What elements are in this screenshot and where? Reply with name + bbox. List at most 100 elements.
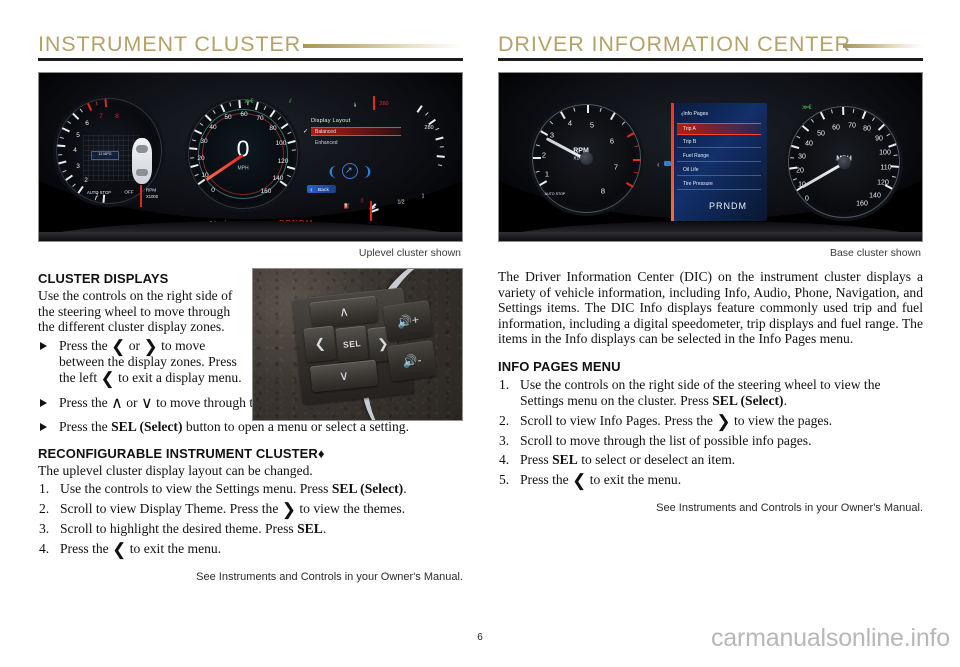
reconfigurable-heading: RECONFIGURABLE INSTRUMENT CLUSTER♦	[38, 446, 463, 461]
page-title-left: INSTRUMENT CLUSTER	[38, 32, 302, 56]
reconfigurable-steps: Use the controls to view the Settings me…	[38, 481, 463, 559]
off-label: OFF	[124, 189, 134, 195]
speed-unit-label: MPH	[237, 165, 249, 172]
triangle-bullet-icon	[40, 341, 47, 350]
left-chevron-icon: ❮	[100, 369, 115, 389]
high-beam-icon: ≫€	[802, 105, 812, 111]
speedo-tick-80: 80	[269, 124, 277, 132]
tach-tick-8: 8	[115, 112, 119, 120]
down-chevron-icon: ∨	[338, 367, 350, 384]
header-decorative-rule-left	[303, 44, 463, 48]
speedo-tick-60: 60	[240, 110, 248, 118]
fuel-full-label: 1	[421, 193, 425, 200]
uplevel-cluster-caption: Uplevel cluster shown	[358, 247, 461, 259]
info-page-oil-life[interactable]: Oil Life	[677, 165, 761, 176]
checkmark-icon: ✓	[303, 129, 309, 135]
fuel-empty-label: 0	[360, 198, 364, 205]
reconfigurable-heading-text: RECONFIGURABLE INSTRUMENT CLUSTER	[38, 445, 318, 461]
base-tach-6: 6	[609, 136, 615, 146]
info-page-trip-b[interactable]: Trip B	[677, 137, 761, 148]
uplevel-cluster-photo: 2 3 4 5 6 7 8 1 12 MPG AUTO STOP	[38, 72, 463, 242]
info-pages-title: ‹Info Pages	[681, 110, 709, 118]
select-button-label: SEL	[342, 338, 362, 350]
coolant-icon: 🌡	[352, 102, 358, 107]
left-footer-note: See Instruments and Controls in your Own…	[196, 570, 463, 583]
left-chevron-icon: ❮	[572, 470, 587, 490]
tach-tick-5: 5	[76, 131, 80, 139]
manual-page: INSTRUMENT CLUSTER 3 4 5 6 7 8 1 12 MPG …	[0, 0, 960, 667]
lane-keep-icon: ⫽	[289, 99, 292, 105]
speedo-tick-140: 140	[272, 174, 284, 182]
volume-up-button[interactable]: 🔊+	[382, 299, 434, 343]
header-decorative-rule-right	[843, 44, 923, 48]
base-speedo-80: 80	[863, 125, 871, 133]
base-speedo-160: 160	[856, 200, 868, 208]
base-tach-7: 7	[613, 162, 619, 172]
bullet-item-select: Press the SEL (Select) button to open a …	[38, 419, 463, 435]
speedo-tick-50: 50	[224, 113, 232, 121]
bullet-item-zones: Press the ❮ or ❯ to move between the dis…	[38, 338, 243, 387]
base-speedo-140: 140	[869, 192, 881, 200]
auto-stop-label: AUTO STOP	[86, 189, 112, 195]
base-speedometer: 0 10 20 30 40 50 60 70 80 90 100 110 120…	[785, 103, 903, 221]
speedo-tick-160: 160	[260, 187, 272, 195]
header-underline-right	[498, 58, 923, 61]
driver-information-center-header: DRIVER INFORMATION CENTER	[498, 28, 923, 68]
left-chevron-icon: ‹	[681, 111, 684, 118]
base-tachometer: 1 2 3 4 5 6 7 8 RPM x1000 AUTO STOP	[529, 101, 644, 216]
base-cluster-caption: Base cluster shown	[829, 247, 921, 259]
base-speedo-90: 90	[875, 135, 883, 143]
speedo-tick-40: 40	[209, 123, 217, 131]
dic-indicator-icon	[664, 161, 671, 166]
volume-down-icon: 🔊-	[401, 352, 423, 370]
header-underline-left	[38, 58, 463, 61]
tach-tick-6: 6	[85, 119, 89, 127]
step-highlight-theme: Scroll to highlight the desired theme. P…	[39, 520, 327, 537]
step-scroll-pages: Scroll to move through the list of possi…	[499, 432, 812, 449]
tach-tick-7: 7	[99, 112, 103, 120]
reconfigurable-intro: The uplevel cluster display layout can b…	[38, 462, 313, 478]
uplevel-speedometer: 0 10 20 30 40 50 60 70 80 100 120 140 16…	[185, 96, 301, 212]
rpm-multiplier: X1000	[145, 193, 159, 199]
up-chevron-icon: ∧	[111, 395, 123, 413]
instrument-cluster-header: INSTRUMENT CLUSTER	[38, 28, 463, 68]
down-chevron-icon: ∨	[140, 395, 153, 413]
right-chevron-icon: ❯	[281, 500, 296, 520]
base-speedo-110: 110	[880, 164, 892, 172]
right-chevron-icon: ❯	[716, 411, 731, 431]
select-button[interactable]: SEL	[335, 325, 369, 363]
base-tach-5: 5	[589, 120, 595, 130]
info-page-fuel-range[interactable]: Fuel Range	[677, 151, 761, 162]
info-pages-steps: Use the controls on the right side of th…	[498, 377, 923, 490]
diamond-marker-icon: ♦	[317, 445, 325, 461]
base-speedo-20: 20	[796, 167, 804, 175]
dic-left-arrow-icon: ‹	[657, 160, 660, 169]
info-pages-title-text: Info Pages	[683, 111, 709, 117]
left-chevron-icon: ❮	[313, 335, 327, 352]
right-gauge-280: 280	[424, 125, 434, 132]
speedo-tick-120: 120	[277, 157, 289, 165]
base-tach-3: 3	[549, 130, 555, 140]
gear-indicator-base: PRNDM	[709, 201, 747, 211]
info-pages-menu-heading: INFO PAGES MENU	[498, 358, 621, 374]
steering-wheel-controls-photo: ∧ ❮ SEL ❯ ∨ 🔊+ 🔊-	[252, 268, 463, 421]
up-chevron-icon: ∧	[338, 303, 350, 320]
base-speedo-70: 70	[848, 122, 856, 130]
step-exit-menu: Press the ❮ to exit the menu.	[39, 539, 222, 559]
step-select-item: Press SEL to select or deselect an item.	[499, 452, 736, 468]
info-page-trip-a[interactable]: Trip A	[677, 123, 761, 135]
step-view-info-pages: Scroll to view Info Pages. Press the ❯ t…	[499, 411, 833, 431]
speedo-tick-0: 0	[211, 186, 215, 194]
info-page-tire-pressure[interactable]: Tire Pressure	[677, 179, 761, 190]
page-title-right: DRIVER INFORMATION CENTER	[498, 32, 851, 56]
speedo-tick-30: 30	[200, 137, 208, 145]
tach-tick-3: 3	[76, 162, 80, 170]
base-dic-screen: ‹Info Pages Trip A Trip B Fuel Range Oil…	[671, 103, 767, 221]
base-speedo-40: 40	[805, 140, 813, 148]
base-cluster-photo: 1 2 3 4 5 6 7 8 RPM x1000 AUTO STOP	[498, 72, 923, 242]
volume-down-button[interactable]: 🔊-	[386, 339, 438, 383]
fuel-pump-icon: ⛽	[343, 203, 351, 210]
left-button[interactable]: ❮	[303, 325, 337, 363]
base-speedo-50: 50	[817, 130, 825, 138]
right-gauge-260: 260	[379, 101, 389, 108]
